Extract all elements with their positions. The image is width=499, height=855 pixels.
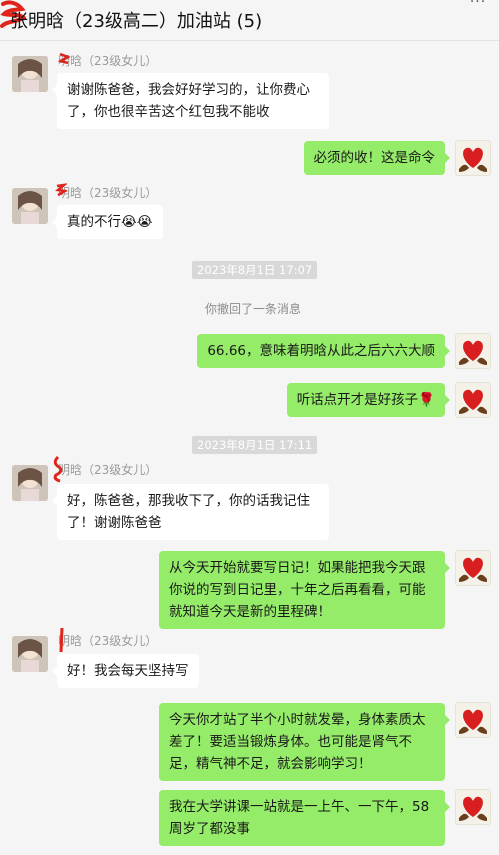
- message-row-out: 听话点开才是好孩子🌹: [0, 382, 499, 422]
- message-bubble-out[interactable]: 66.66，意味着明晗从此之后六六大顺: [197, 334, 450, 368]
- heart-hands-avatar[interactable]: [455, 702, 491, 738]
- message-row-out: 必须的收！这是命令: [0, 140, 499, 180]
- message-row-out: 66.66，意味着明晗从此之后六六大顺: [0, 333, 499, 373]
- sender-name: 明晗（23级女儿）: [58, 54, 158, 68]
- heart-hands-avatar[interactable]: [455, 333, 491, 369]
- message-row-in: 明晗（23级女儿） 谢谢陈爸爸，我会好好学习的，让你费心了，你也很辛苦这个红包我…: [0, 52, 499, 130]
- ellipsis-icon[interactable]: ···: [463, 0, 493, 10]
- message-row-in: 明晗（23级女儿） 好，陈爸爸，那我收下了，你的话我记住了！谢谢陈爸爸: [0, 455, 499, 540]
- avatar[interactable]: [12, 56, 48, 92]
- heart-hands-avatar[interactable]: [455, 140, 491, 176]
- sender-name: 明晗（23级女儿）: [58, 634, 158, 648]
- message-row-in: 明晗（23级女儿） 好！我会每天坚持写: [0, 627, 499, 690]
- avatar[interactable]: [12, 636, 48, 672]
- heart-hands-avatar[interactable]: [455, 382, 491, 418]
- heart-hands-avatar[interactable]: [455, 789, 491, 825]
- message-row-out: 今天你才站了半个小时就发晕，身体素质太差了！要适当锻炼身体。也可能是肾气不足，精…: [0, 702, 499, 781]
- redaction-scribble: [59, 627, 64, 653]
- heart-hands-avatar[interactable]: [455, 550, 491, 586]
- redaction-scribble: [58, 52, 70, 64]
- avatar[interactable]: [12, 465, 48, 501]
- timestamp: 2023年8月1日 17:11: [192, 436, 318, 454]
- sender-name: 明晗（23级女儿）: [58, 186, 158, 200]
- message-bubble-in[interactable]: 好！我会每天坚持写: [52, 654, 199, 688]
- message-bubble-out[interactable]: 今天你才站了半个小时就发晕，身体素质太差了！要适当锻炼身体。也可能是肾气不足，精…: [159, 703, 450, 781]
- timestamp: 2023年8月1日 17:07: [192, 261, 318, 279]
- message-bubble-in[interactable]: 真的不行😭😭: [52, 205, 163, 239]
- message-bubble-out[interactable]: 听话点开才是好孩子🌹: [286, 383, 451, 417]
- message-row-in: 明晗（23级女儿） 真的不行😭😭: [0, 183, 499, 242]
- message-bubble-out[interactable]: 我在大学讲课一站就是一上午、一下午，58周岁了都没事: [159, 790, 450, 846]
- chat-header: 张明晗（23级高二）加油站 (5) ···: [0, 0, 499, 41]
- message-row-out: 从今天开始就要写日记！如果能把我今天跟你说的写到日记里，十年之后再看看，可能就知…: [0, 550, 499, 629]
- message-bubble-out[interactable]: 从今天开始就要写日记！如果能把我今天跟你说的写到日记里，十年之后再看看，可能就知…: [159, 551, 450, 629]
- message-bubble-in[interactable]: 好，陈爸爸，那我收下了，你的话我记住了！谢谢陈爸爸: [52, 484, 329, 540]
- message-row-out: 我在大学讲课一站就是一上午、一下午，58周岁了都没事: [0, 789, 499, 846]
- chat-title[interactable]: 张明晗（23级高二）加油站 (5): [10, 7, 262, 33]
- message-bubble-in[interactable]: 谢谢陈爸爸，我会好好学习的，让你费心了，你也很辛苦这个红包我不能收: [52, 73, 329, 129]
- avatar[interactable]: [12, 188, 48, 224]
- redaction-scribble: [55, 183, 67, 197]
- redaction-scribble: [53, 455, 63, 483]
- system-notice: 你撤回了一条消息: [205, 302, 302, 316]
- sender-name: 明晗（23级女儿）: [58, 463, 158, 477]
- message-bubble-out[interactable]: 必须的收！这是命令: [303, 141, 450, 175]
